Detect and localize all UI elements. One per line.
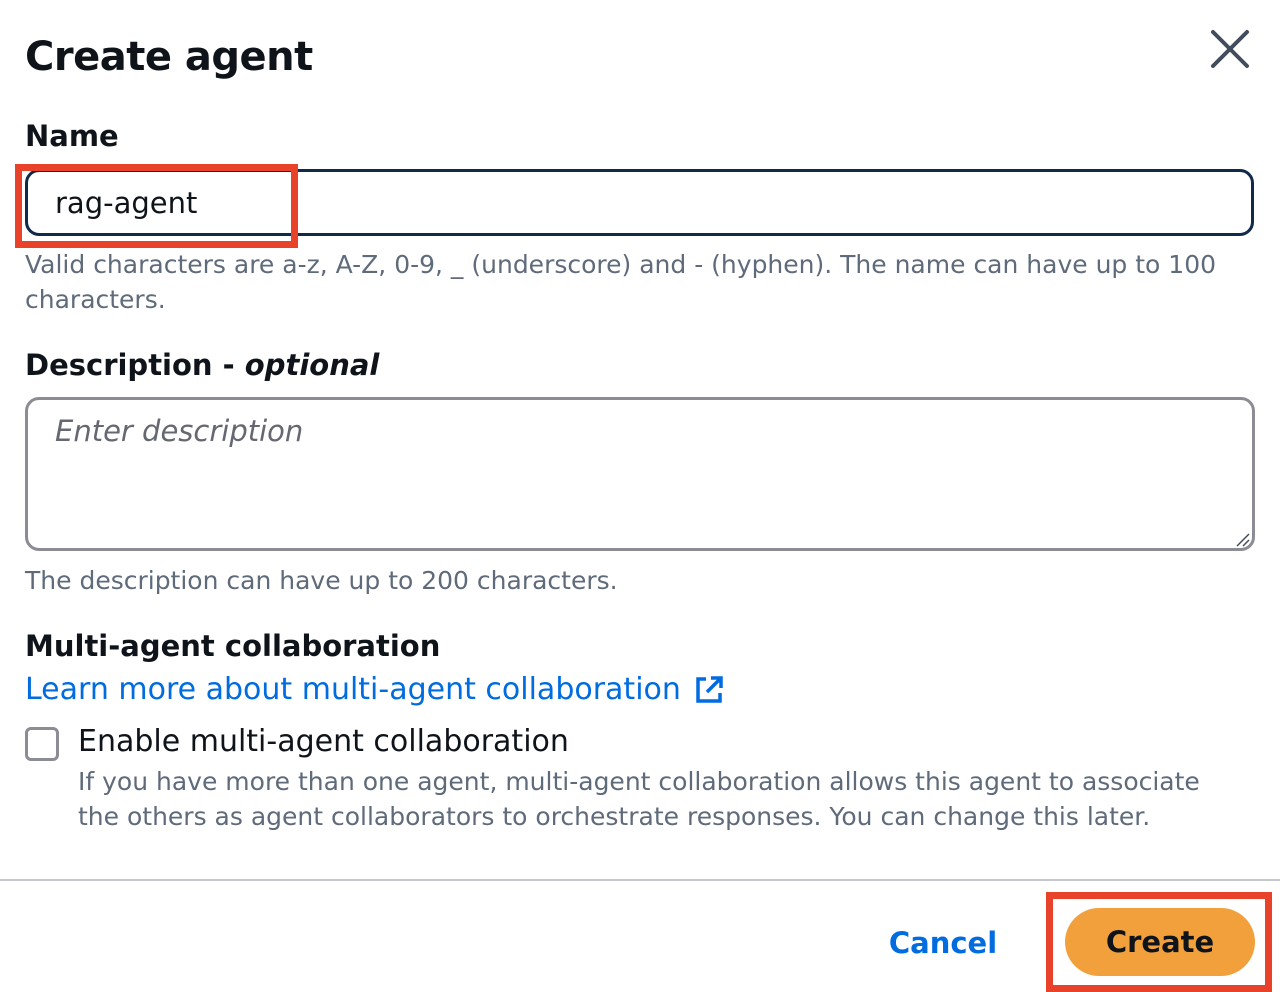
collaboration-heading: Multi-agent collaboration xyxy=(25,629,441,663)
enable-collaboration-checkbox[interactable] xyxy=(25,727,59,761)
description-textarea[interactable] xyxy=(25,397,1255,551)
cancel-button[interactable]: Cancel xyxy=(880,915,1006,971)
description-label-text: Description - xyxy=(25,348,245,382)
create-agent-modal: Create agent Name Valid characters are a… xyxy=(0,0,1280,992)
footer-divider xyxy=(0,879,1280,881)
external-link-icon xyxy=(696,675,723,703)
description-optional-tag: optional xyxy=(244,348,380,382)
enable-collaboration-label[interactable]: Enable multi-agent collaboration xyxy=(78,724,569,759)
description-hint: The description can have up to 200 chara… xyxy=(25,566,618,595)
enable-collaboration-description: If you have more than one agent, multi-a… xyxy=(78,767,1200,831)
name-input[interactable] xyxy=(25,169,1254,236)
close-button[interactable] xyxy=(1203,22,1257,76)
close-icon xyxy=(1211,30,1249,68)
modal-title: Create agent xyxy=(25,34,313,80)
create-button[interactable]: Create xyxy=(1065,908,1255,976)
resize-grip-icon[interactable] xyxy=(1233,530,1251,548)
name-label: Name xyxy=(25,119,119,153)
description-label: Description - optional xyxy=(25,348,379,382)
learn-more-link-text: Learn more about multi-agent collaborati… xyxy=(25,672,681,707)
name-hint: Valid characters are a-z, A-Z, 0-9, _ (u… xyxy=(25,250,1217,314)
learn-more-link[interactable]: Learn more about multi-agent collaborati… xyxy=(25,672,725,707)
